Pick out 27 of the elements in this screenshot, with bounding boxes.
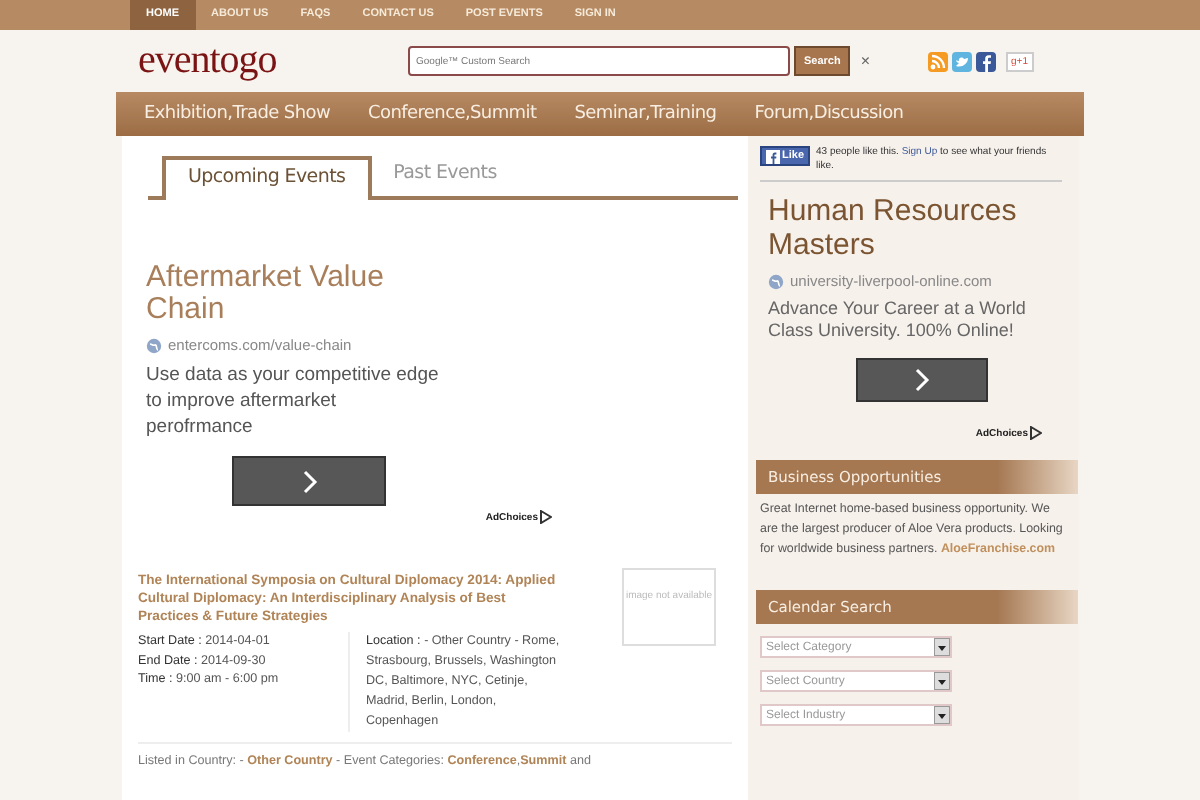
- dropdown-arrow-icon: [934, 638, 950, 656]
- facebook-icon: [766, 149, 780, 163]
- category-link[interactable]: Exhibition,Trade Show: [144, 104, 331, 124]
- ad-text: Advance Your Career at a World Class University. 100% Online!: [768, 298, 1028, 342]
- ad-headline[interactable]: Human Resources Masters: [768, 194, 1068, 262]
- globe-icon: [768, 273, 784, 289]
- adchoices-icon: [540, 510, 552, 524]
- dropdown-arrow-icon: [934, 706, 950, 724]
- bird-icon: [951, 51, 972, 71]
- chevron-right-icon: [301, 469, 317, 493]
- dropdown-arrow-icon: [934, 672, 950, 690]
- tab[interactable]: Upcoming Events: [162, 156, 372, 200]
- ad-text: Use data as your competitive edge to improve aftermarket perofrmance: [146, 362, 441, 440]
- clear-button[interactable]: ×: [860, 52, 871, 70]
- rss-icon: [927, 51, 948, 71]
- chevron-right-icon: [914, 368, 930, 392]
- category-link[interactable]: Seminar,Training: [574, 104, 717, 124]
- globe-icon: [146, 337, 162, 353]
- tab[interactable]: Past Events: [371, 156, 519, 196]
- adchoices-icon: [1030, 426, 1042, 440]
- category-link[interactable]: Conference,Summit: [368, 104, 537, 124]
- site-logo: eventogo: [138, 38, 279, 84]
- ad-headline[interactable]: Aftermarket Value Chain: [146, 262, 386, 326]
- facebook-icon: [975, 51, 996, 71]
- ad-arrow-button[interactable]: [232, 456, 386, 506]
- category-link[interactable]: Forum,Discussion: [754, 104, 904, 124]
- ad-arrow-button[interactable]: [856, 358, 988, 402]
